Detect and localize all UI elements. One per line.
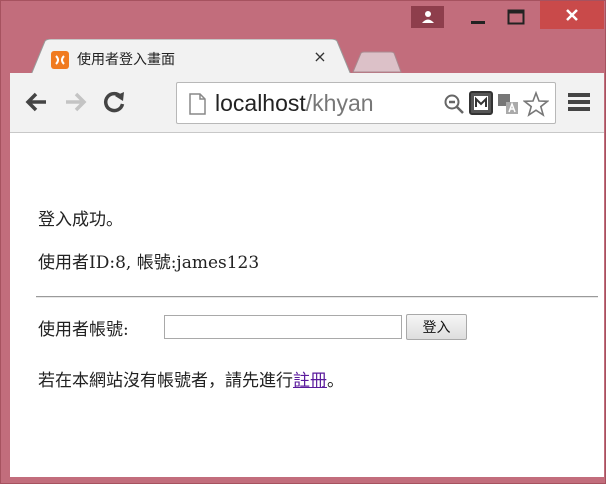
page-content: 登入成功。 使用者ID:8, 帳號:james123 使用者帳號: 登入 若在本…: [10, 133, 604, 477]
account-label: 使用者帳號:: [38, 320, 129, 340]
title-bar: 使用者登入畫面 ×: [1, 1, 606, 75]
browser-window: 使用者登入畫面 × localhost/khyan 登入成功。 使用者ID:8,…: [0, 0, 606, 484]
extension-icon[interactable]: [469, 91, 493, 115]
register-prefix-text: 若在本網站沒有帳號者，請先進行: [38, 371, 293, 391]
tab-close-icon[interactable]: ×: [313, 49, 327, 65]
login-success-message: 登入成功。: [38, 210, 123, 230]
page-icon: [189, 93, 206, 115]
star-icon[interactable]: [523, 91, 549, 117]
register-prompt: 若在本網站沒有帳號者，請先進行註冊。: [38, 366, 344, 391]
new-tab-button[interactable]: [351, 51, 403, 73]
account-input[interactable]: [164, 315, 402, 339]
browser-toolbar: localhost/khyan: [10, 73, 604, 133]
minimize-icon[interactable]: [461, 6, 494, 28]
url-text[interactable]: localhost/khyan: [215, 88, 374, 118]
close-icon[interactable]: [540, 1, 604, 29]
reload-icon[interactable]: [101, 89, 127, 115]
maximize-icon[interactable]: [499, 6, 532, 28]
login-form: 使用者帳號: 登入: [38, 313, 558, 340]
zoom-out-icon[interactable]: [443, 93, 465, 115]
xampp-favicon-icon: [51, 51, 69, 69]
url-host: localhost: [215, 90, 306, 116]
url-path: /khyan: [305, 90, 374, 116]
register-link[interactable]: 註冊: [293, 371, 327, 391]
hamburger-menu-icon[interactable]: [567, 91, 591, 113]
translate-icon[interactable]: [497, 93, 519, 115]
address-bar[interactable]: localhost/khyan: [176, 82, 556, 124]
forward-arrow-icon[interactable]: [62, 89, 88, 115]
register-suffix-text: 。: [327, 371, 344, 391]
login-button[interactable]: 登入: [406, 314, 467, 340]
user-icon[interactable]: [411, 6, 444, 28]
tab-login-page[interactable]: 使用者登入畫面 ×: [31, 39, 351, 75]
back-arrow-icon[interactable]: [24, 89, 50, 115]
tab-title: 使用者登入畫面: [77, 52, 175, 68]
divider: [36, 296, 598, 298]
user-info-text: 使用者ID:8, 帳號:james123: [38, 253, 260, 273]
